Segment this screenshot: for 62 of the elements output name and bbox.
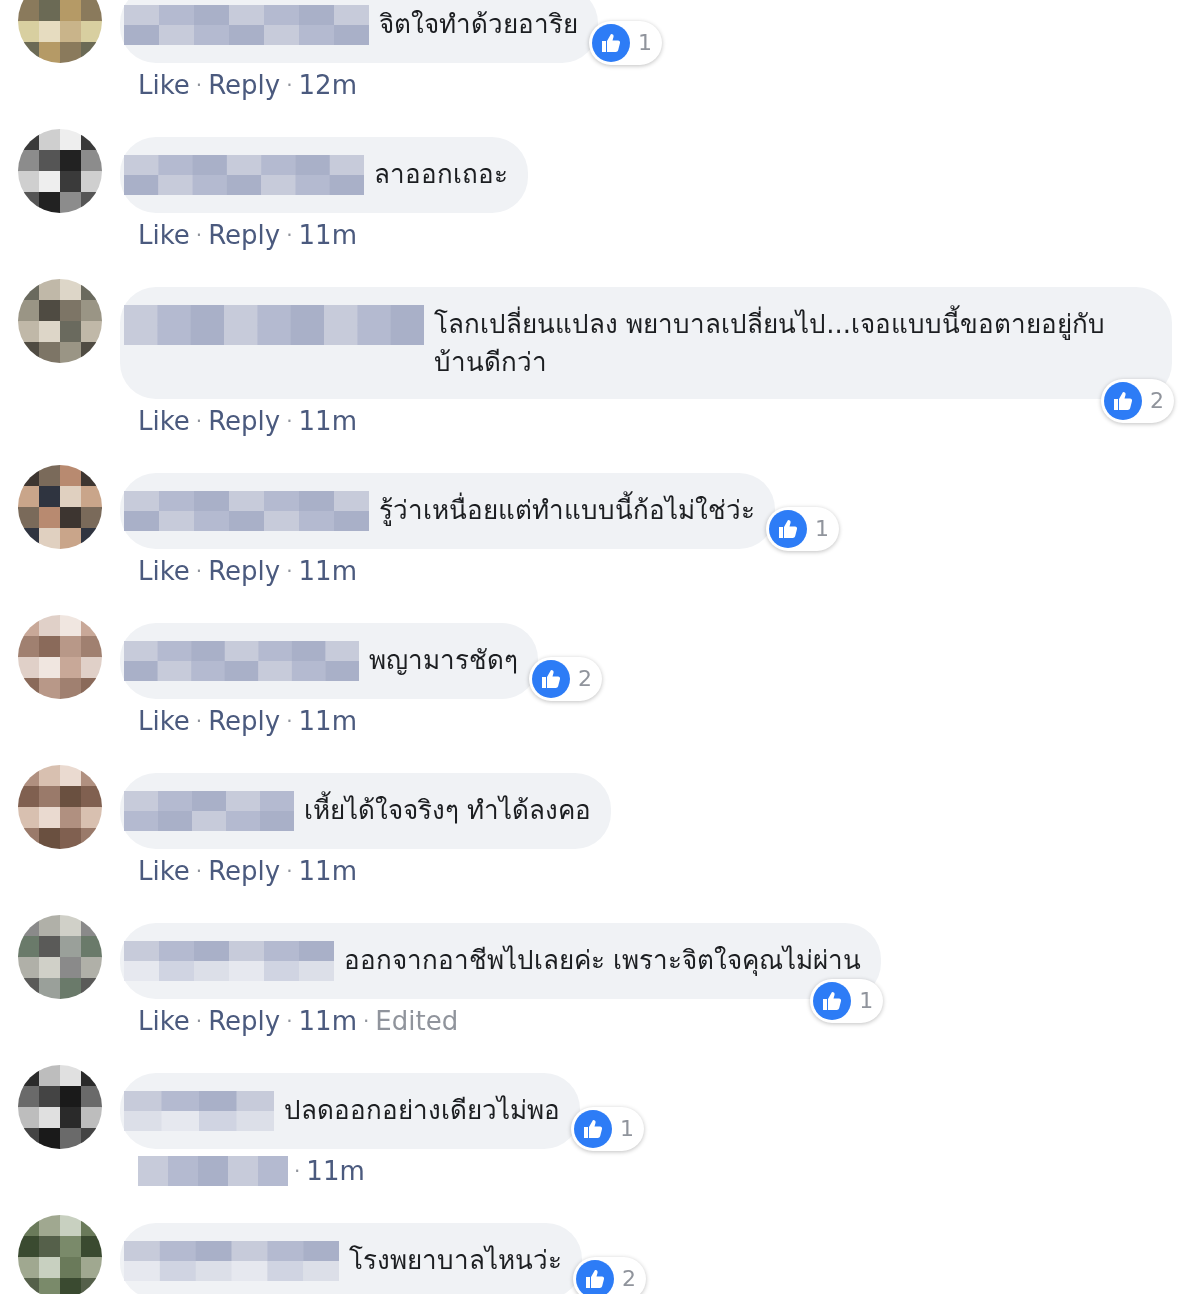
separator-dot: · bbox=[195, 72, 203, 99]
timestamp[interactable]: 12m bbox=[298, 69, 357, 101]
separator-dot: · bbox=[286, 72, 293, 99]
action-link[interactable]: Like bbox=[138, 705, 190, 737]
timestamp[interactable]: 11m bbox=[298, 555, 357, 587]
action-link[interactable]: Like bbox=[138, 69, 190, 101]
action-link[interactable]: Like bbox=[138, 219, 190, 251]
separator-dot: · bbox=[195, 408, 203, 435]
separator-dot: · bbox=[195, 222, 203, 249]
reaction-count: 2 bbox=[578, 665, 592, 693]
timestamp[interactable]: 11m bbox=[298, 705, 357, 737]
action-link[interactable]: Like bbox=[138, 555, 190, 587]
reaction-count: 2 bbox=[622, 1265, 636, 1293]
reaction-count: 1 bbox=[620, 1115, 634, 1143]
comment-text: เหี้ยได้ใจจริงๆ ทำได้ลงคอ bbox=[304, 791, 592, 829]
separator-dot: · bbox=[363, 1008, 370, 1035]
timestamp[interactable]: 11m bbox=[298, 405, 357, 437]
comment-text: โลกเปลี่ยนแปลง พยาบาลเปลี่ยนไป...เจอแบบนี้ขอตายอยู่กับบ้านดีกว่า bbox=[434, 305, 1152, 381]
timestamp[interactable]: 11m bbox=[298, 1005, 357, 1037]
like-icon bbox=[813, 982, 852, 1020]
timestamp[interactable]: 11m bbox=[306, 1155, 365, 1187]
timestamp[interactable]: 11m bbox=[298, 855, 357, 887]
action-link[interactable]: Reply bbox=[208, 555, 281, 587]
like-icon bbox=[576, 1260, 614, 1294]
separator-dot: · bbox=[195, 1008, 203, 1035]
action-link[interactable]: Like bbox=[138, 405, 190, 437]
separator-dot: · bbox=[286, 408, 293, 435]
separator-dot: · bbox=[195, 558, 203, 585]
comment-text: พญามารชัดๆ bbox=[369, 644, 518, 677]
separator-dot: · bbox=[286, 558, 293, 585]
comment-text: จิตใจทำด้วยอาริย bbox=[379, 8, 578, 41]
timestamp[interactable]: 11m bbox=[298, 219, 357, 251]
action-link[interactable]: Reply bbox=[208, 855, 281, 887]
separator-dot: · bbox=[286, 222, 293, 249]
like-icon bbox=[1104, 382, 1142, 420]
reaction-count: 1 bbox=[638, 29, 652, 57]
edited-label: Edited bbox=[375, 1005, 459, 1037]
comment-text: โรงพยาบาลไหนว่ะ bbox=[349, 1244, 562, 1277]
reaction-count: 1 bbox=[859, 987, 874, 1015]
like-icon bbox=[574, 1110, 612, 1148]
comment-text: ออกจากอาชีพไปเลยค่ะ เพราะจิตใจคุณไม่ผ่าน bbox=[344, 944, 862, 978]
reaction-count: 2 bbox=[1150, 387, 1164, 415]
action-link[interactable]: Reply bbox=[208, 69, 281, 101]
like-icon bbox=[769, 510, 807, 548]
action-link[interactable]: Like bbox=[138, 1005, 190, 1037]
like-icon bbox=[592, 24, 630, 62]
action-link[interactable]: Reply bbox=[208, 405, 281, 437]
separator-dot: · bbox=[195, 858, 203, 885]
action-link[interactable]: Like bbox=[138, 855, 190, 887]
separator-dot: · bbox=[286, 708, 293, 735]
reaction-count: 1 bbox=[815, 515, 829, 543]
action-link[interactable]: Reply bbox=[208, 219, 281, 251]
comment-text: รู้ว่าเหนื่อยแต่ทำแบบนี้ก้อไม่ใช่ว่ะ bbox=[379, 491, 755, 529]
separator-dot: · bbox=[286, 858, 293, 885]
separator-dot: · bbox=[294, 1158, 301, 1185]
comment-text: ลาออกเถอะ bbox=[374, 158, 508, 191]
like-icon bbox=[532, 660, 570, 698]
action-link[interactable]: Reply bbox=[208, 1005, 281, 1037]
action-link[interactable]: Reply bbox=[208, 705, 281, 737]
separator-dot: · bbox=[286, 1008, 293, 1035]
comment-text: ปลดออกอย่างเดียวไม่พอ bbox=[284, 1094, 560, 1127]
separator-dot: · bbox=[195, 708, 203, 735]
